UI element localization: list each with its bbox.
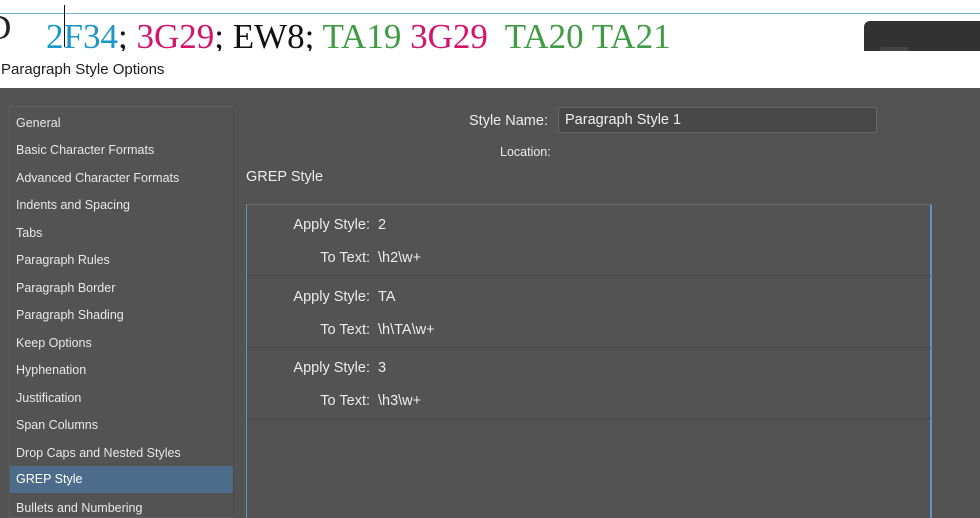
document-text-token: TA20 TA21 [487, 17, 671, 51]
grep-rule[interactable]: Apply Style: 3 To Text: \h3\w+ [247, 348, 931, 419]
rule-divider [247, 418, 931, 419]
sidebar-item-keep-options[interactable]: Keep Options [10, 330, 233, 357]
apply-style-value[interactable]: 2 [378, 217, 386, 233]
document-text-token: TA19 [314, 17, 402, 51]
sidebar-item-general[interactable]: General [10, 110, 233, 137]
sidebar-item-bullets-and-numbering[interactable]: Bullets and Numbering [10, 495, 233, 518]
document-text-token: ; EW8; [214, 17, 315, 51]
location-label: Location: [500, 145, 551, 159]
text-cursor [64, 5, 65, 47]
sidebar-item-tabs[interactable]: Tabs [10, 220, 233, 247]
apply-style-value[interactable]: 3 [378, 360, 386, 376]
sidebar-item-advanced-character-formats[interactable]: Advanced Character Formats [10, 165, 233, 192]
floating-panel[interactable] [864, 21, 980, 51]
sidebar-item-drop-caps-and-nested-styles[interactable]: Drop Caps and Nested Styles [10, 440, 233, 467]
rule-divider [247, 275, 931, 276]
grep-rule[interactable]: Apply Style: 2 To Text: \h2\w+ [247, 205, 931, 276]
style-name-input[interactable]: Paragraph Style 1 [558, 107, 877, 133]
style-name-label: Style Name: [469, 113, 548, 129]
document-text-token: 2F34 [46, 17, 118, 51]
document-text: D2F34; 3G29; EW8; TA19 3G29 TA20 TA21 [0, 8, 671, 51]
sidebar-item-justification[interactable]: Justification [10, 385, 233, 412]
sidebar-item-grep-style[interactable]: GREP Style [10, 466, 233, 493]
dialog-title-bar[interactable]: Paragraph Style Options [0, 51, 980, 88]
document-text-token: 3G29 [127, 17, 215, 51]
apply-style-value[interactable]: TA [378, 289, 395, 305]
grep-style-list[interactable]: Apply Style: 2 To Text: \h2\w+ Apply Sty… [246, 204, 932, 518]
document-text-cut-glyph: D [0, 8, 46, 48]
sidebar-item-indents-and-spacing[interactable]: Indents and Spacing [10, 192, 233, 219]
sidebar-item-span-columns[interactable]: Span Columns [10, 412, 233, 439]
apply-style-label: Apply Style: [293, 289, 370, 305]
sidebar-item-paragraph-rules[interactable]: Paragraph Rules [10, 247, 233, 274]
to-text-value[interactable]: \h2\w+ [378, 250, 421, 266]
to-text-label: To Text: [320, 250, 370, 266]
sidebar-item-paragraph-shading[interactable]: Paragraph Shading [10, 302, 233, 329]
sidebar-item-basic-character-formats[interactable]: Basic Character Formats [10, 137, 233, 164]
options-sidebar: General Basic Character Formats Advanced… [9, 106, 234, 518]
dialog-title: Paragraph Style Options [1, 61, 165, 78]
document-text-token: 3G29 [401, 17, 488, 51]
apply-style-label: Apply Style: [293, 360, 370, 376]
to-text-label: To Text: [320, 393, 370, 409]
to-text-label: To Text: [320, 322, 370, 338]
section-title: GREP Style [246, 169, 324, 185]
to-text-value[interactable]: \h\TA\w+ [378, 322, 435, 338]
to-text-value[interactable]: \h3\w+ [378, 393, 421, 409]
document-text-token: ; [117, 17, 128, 51]
grep-rule[interactable]: Apply Style: TA To Text: \h\TA\w+ [247, 277, 931, 348]
sidebar-item-hyphenation[interactable]: Hyphenation [10, 357, 233, 384]
sidebar-item-paragraph-border[interactable]: Paragraph Border [10, 275, 233, 302]
document-canvas: D2F34; 3G29; EW8; TA19 3G29 TA20 TA21 [0, 0, 980, 51]
apply-style-label: Apply Style: [293, 217, 370, 233]
